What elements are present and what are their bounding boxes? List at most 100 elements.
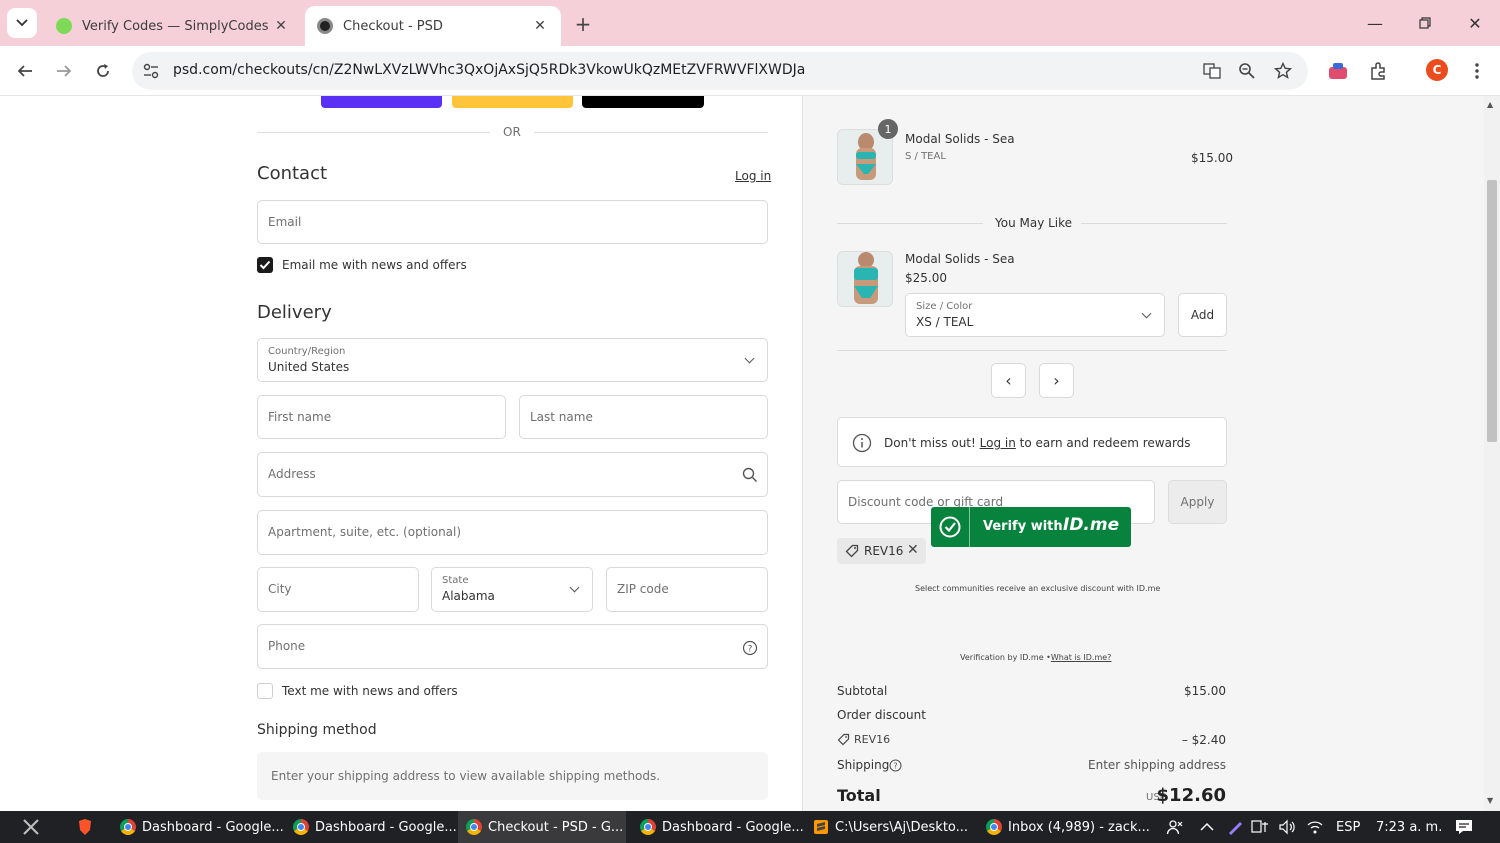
scroll-up-icon[interactable]: ▲ — [1487, 100, 1493, 109]
tab-simplycodes[interactable]: Verify Codes — SimplyCodes ✕ — [44, 6, 302, 46]
shop-pay-button[interactable] — [321, 96, 442, 108]
browser-menu-icon[interactable] — [1465, 59, 1489, 83]
notifications-icon[interactable] — [1455, 811, 1473, 843]
close-icon[interactable]: ✕ — [272, 17, 290, 35]
translate-icon[interactable] — [1202, 61, 1222, 81]
upsell-name: Modal Solids - Sea — [905, 252, 1015, 266]
taskbar-item-label: Checkout - PSD - G... — [488, 819, 624, 835]
or-label: OR — [503, 125, 521, 139]
scrollbar-thumb[interactable] — [1487, 180, 1497, 442]
forward-button[interactable] — [48, 55, 80, 87]
upsell-heading: You May Like — [995, 216, 1073, 230]
taskbar-item-active[interactable]: Checkout - PSD - G... — [458, 811, 626, 843]
applied-discount-tag: REV16 ✕ — [837, 538, 926, 564]
chrome-icon — [986, 819, 1002, 835]
restore-button[interactable] — [1402, 8, 1448, 38]
taskbar-item[interactable]: Dashboard - Google... — [285, 811, 457, 843]
start-x-icon[interactable] — [18, 811, 44, 843]
shipping-value: Enter shipping address — [1088, 758, 1226, 772]
scroll-down-icon[interactable]: ▼ — [1487, 796, 1493, 805]
chevron-up-icon[interactable] — [1200, 811, 1214, 843]
quantity-badge: 1 — [878, 119, 898, 139]
login-link[interactable]: Log in — [735, 169, 771, 183]
country-select[interactable]: Country/Region United States — [257, 338, 768, 382]
verify-idme-button[interactable]: Verify with ID.me — [931, 507, 1131, 547]
ime-icon[interactable] — [1251, 811, 1269, 843]
new-tab-button[interactable]: + — [570, 11, 596, 37]
remove-discount-icon[interactable]: ✕ — [907, 542, 919, 558]
total-value: $12.60 — [1156, 785, 1226, 806]
page-scrollbar[interactable]: ▲ ▼ — [1484, 96, 1500, 811]
city-field[interactable]: City — [257, 567, 419, 612]
zoom-icon[interactable] — [1237, 61, 1257, 81]
taskbar-item[interactable]: Dashboard - Google... — [632, 811, 804, 843]
what-is-idme-link[interactable]: What is ID.me? — [1051, 653, 1112, 662]
address-bar[interactable]: psd.com/checkouts/cn/Z2NwLXVzLWVhc3QxOjA… — [132, 52, 1308, 90]
carousel-next-button[interactable]: › — [1039, 363, 1074, 398]
taskbar-item[interactable]: Dashboard - Google... — [112, 811, 284, 843]
people-icon[interactable] — [1166, 811, 1184, 843]
phone-field[interactable]: Phone ? — [257, 624, 768, 669]
sublime-text-icon — [814, 820, 828, 834]
language-indicator[interactable]: ESP — [1336, 811, 1360, 843]
taskbar-item[interactable]: C:\Users\Aj\Deskto... — [805, 811, 973, 843]
chrome-icon — [640, 819, 656, 835]
address-field[interactable]: Address — [257, 452, 768, 497]
tag-icon — [845, 544, 859, 558]
clock[interactable]: 7:23 a. m. — [1376, 811, 1442, 843]
last-name-field[interactable]: Last name — [519, 395, 768, 439]
volume-icon[interactable] — [1278, 811, 1296, 843]
extensions-puzzle-icon[interactable] — [1366, 59, 1390, 83]
phone-placeholder: Phone — [268, 639, 306, 653]
zip-field[interactable]: ZIP code — [606, 567, 768, 612]
divider — [1081, 223, 1227, 224]
rewards-login-link[interactable]: Log in — [980, 436, 1016, 450]
email-field[interactable]: Email — [257, 200, 768, 244]
rewards-suffix: to earn and redeem rewards — [1019, 436, 1191, 450]
text-opt-in-checkbox[interactable] — [257, 683, 273, 699]
apartment-placeholder: Apartment, suite, etc. (optional) — [268, 525, 462, 539]
close-icon[interactable]: ✕ — [531, 17, 549, 35]
os-taskbar: Dashboard - Google... Dashboard - Google… — [0, 811, 1500, 843]
chevron-down-icon — [744, 353, 755, 364]
email-opt-in-checkbox[interactable] — [257, 257, 273, 273]
tab-search-button[interactable] — [7, 8, 37, 38]
reload-button[interactable] — [87, 55, 119, 87]
arrow-left-icon — [17, 65, 32, 77]
minimize-button[interactable]: — — [1352, 8, 1398, 38]
google-pay-button[interactable] — [582, 96, 704, 108]
delivery-heading: Delivery — [257, 302, 332, 323]
state-select[interactable]: State Alabama — [431, 567, 593, 612]
upsell-product-image — [837, 251, 893, 307]
idme-logo: ID.me — [1063, 515, 1120, 535]
apply-discount-button[interactable]: Apply — [1168, 480, 1227, 524]
pen-icon[interactable] — [1226, 811, 1244, 843]
chrome-icon — [466, 819, 482, 835]
help-circle-icon[interactable]: ? — [889, 759, 902, 772]
close-window-button[interactable]: ✕ — [1452, 8, 1498, 38]
variant-label: Size / Color — [916, 301, 973, 312]
address-placeholder: Address — [268, 467, 316, 481]
apartment-field[interactable]: Apartment, suite, etc. (optional) — [257, 510, 768, 555]
profile-avatar[interactable]: C — [1426, 59, 1448, 81]
upsell-variant-select[interactable]: Size / Color XS / TEAL — [905, 293, 1165, 337]
carousel-prev-button[interactable]: ‹ — [991, 363, 1026, 398]
help-circle-icon[interactable]: ? — [742, 640, 758, 656]
taskbar-item-label: Dashboard - Google... — [662, 819, 804, 835]
upsell-add-button[interactable]: Add — [1178, 293, 1227, 337]
shipping-note: Enter your shipping address to view avai… — [271, 769, 661, 783]
subtotal-value: $15.00 — [1184, 684, 1226, 698]
taskbar-item[interactable]: Inbox (4,989) - zack... — [978, 811, 1150, 843]
extension-simplycodes-icon[interactable] — [1326, 59, 1350, 83]
wifi-icon[interactable] — [1306, 811, 1324, 843]
bookmark-star-icon[interactable] — [1273, 61, 1293, 81]
applied-code: REV16 — [864, 544, 904, 558]
tab-checkout[interactable]: Checkout - PSD ✕ — [305, 6, 561, 46]
brave-icon[interactable] — [74, 811, 96, 843]
first-name-field[interactable]: First name — [257, 395, 506, 439]
site-settings-icon[interactable] — [143, 63, 159, 79]
taskbar-item-label: Dashboard - Google... — [142, 819, 284, 835]
search-icon — [742, 467, 758, 483]
paypal-button[interactable] — [452, 96, 573, 108]
back-button[interactable] — [9, 55, 41, 87]
